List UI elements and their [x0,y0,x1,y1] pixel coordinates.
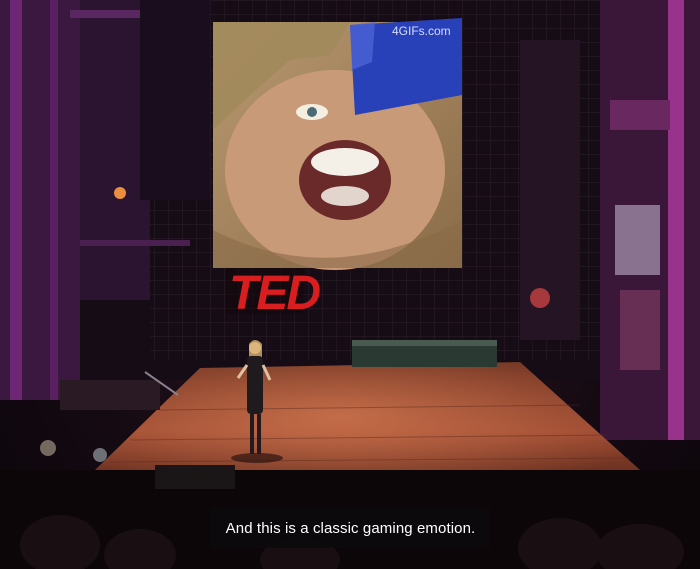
video-frame: TED 4GIFs.com And this is a classic gami… [0,0,700,569]
svg-text:TED: TED [229,267,320,320]
stage-scene: TED [0,0,700,569]
ted-logo: TED [226,262,322,320]
subtitle-box: And this is a classic gaming emotion. [211,508,490,548]
projection-screen [213,18,462,270]
subtitle-text: And this is a classic gaming emotion. [225,519,476,537]
watermark-text: 4GIFs.com [392,24,451,38]
